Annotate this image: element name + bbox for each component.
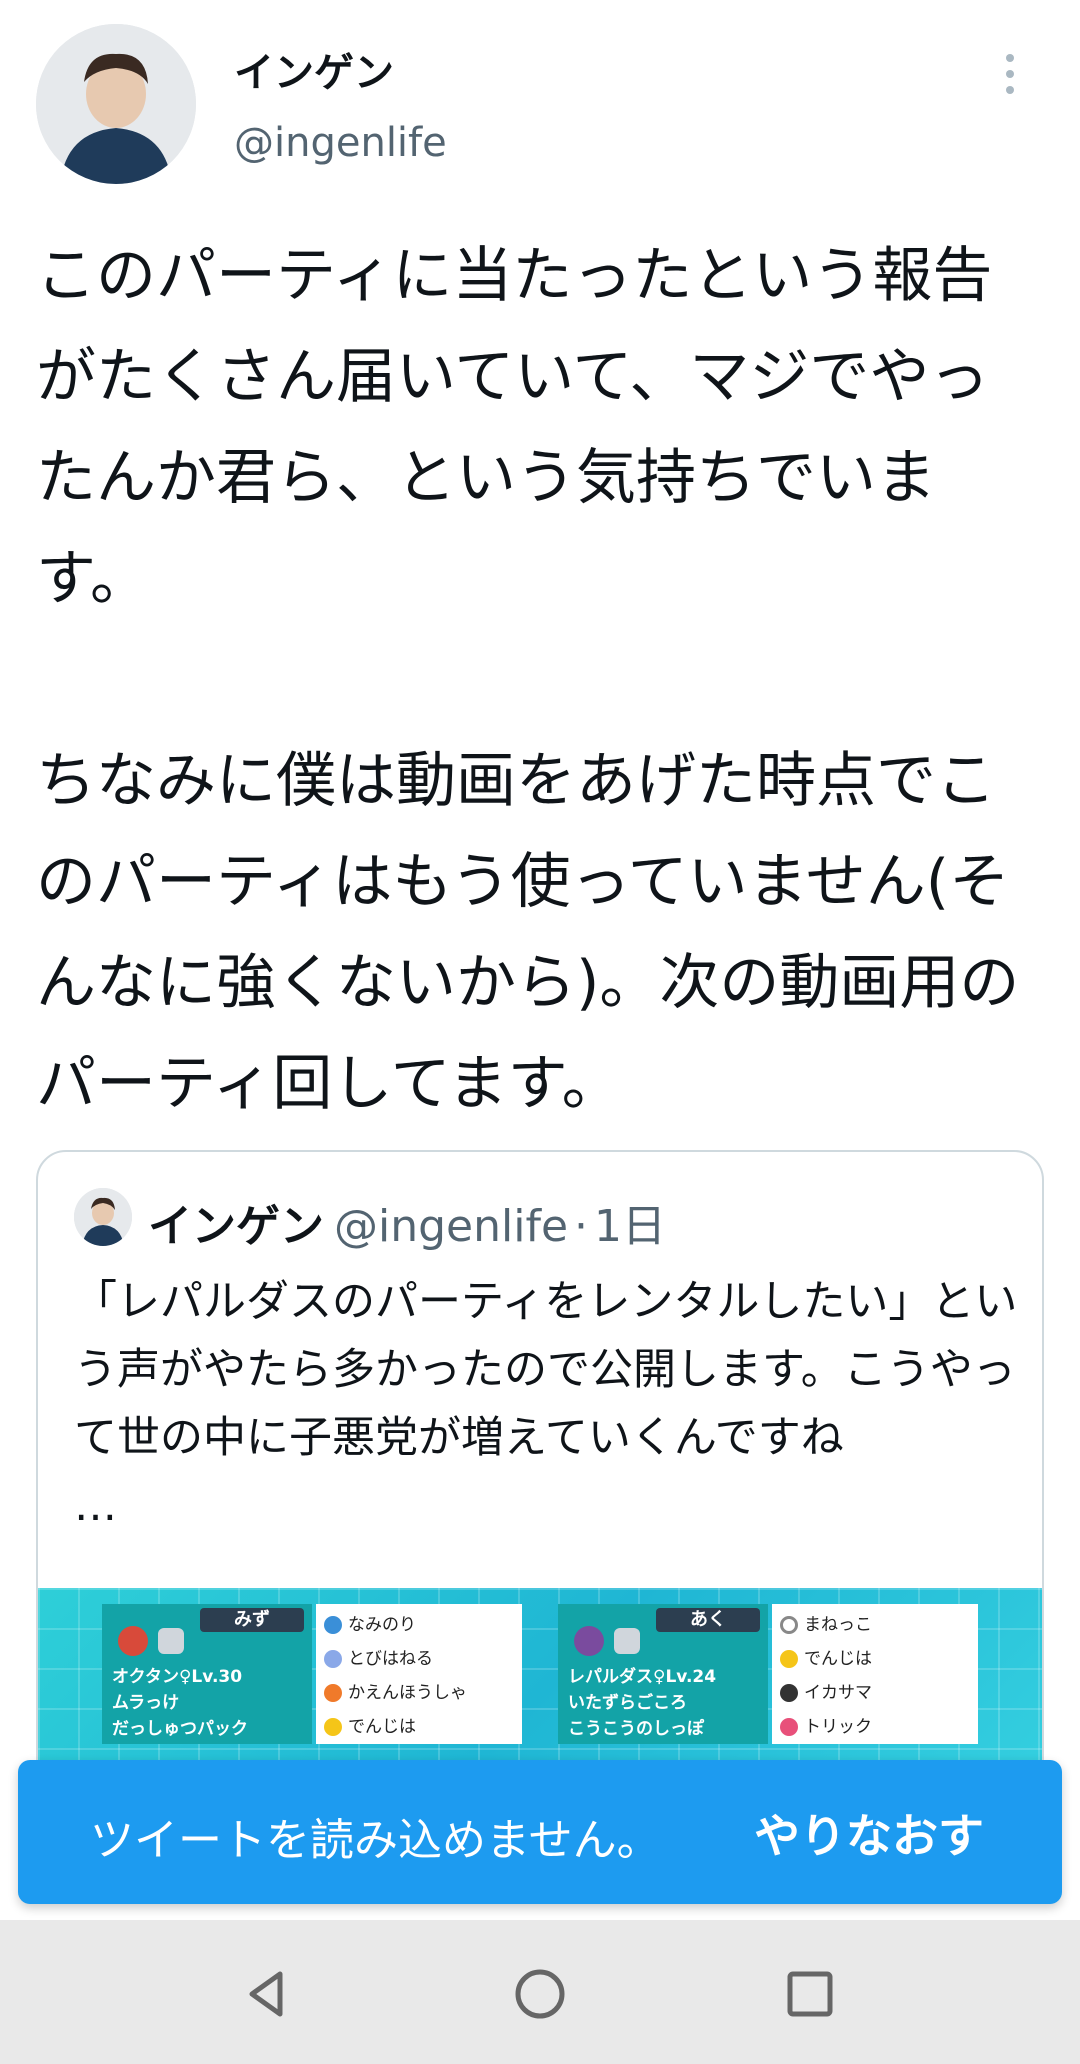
separator-dot: ·	[574, 1201, 589, 1252]
error-toast: ツイートを読み込めません。 やりなおす	[18, 1760, 1062, 1904]
quoted-text: 「レパルダスのパーティをレンタルしたい」という声がやたら多かったので公開します。…	[74, 1268, 1024, 1540]
tweet-header: インゲン @ingenlife	[36, 24, 1044, 189]
liepard-sprite-icon	[574, 1626, 604, 1656]
normal-type-icon	[780, 1616, 798, 1634]
retry-button[interactable]: やりなおす	[754, 1800, 984, 1866]
move-item: まねっこ	[780, 1610, 872, 1635]
move-item: とびはねる	[324, 1644, 433, 1669]
electric-type-icon	[780, 1650, 798, 1668]
item-sprite-icon	[158, 1628, 184, 1654]
quoted-timestamp: 1日	[594, 1201, 667, 1252]
electric-type-icon	[324, 1718, 342, 1736]
pokemon-card-left: みず オクタン♀Lv.30 ムラっけ だっしゅつパック	[102, 1604, 312, 1744]
dark-type-icon	[780, 1684, 798, 1702]
author-name[interactable]: インゲン	[234, 40, 394, 98]
pokemon-panel-liepard: あく レパルダス♀Lv.24 いたずらごころ こうこうのしっぽ まねっこ でんじ…	[558, 1604, 978, 1744]
quoted-text-body: 「レパルダスのパーティをレンタルしたい」という声がやたら多かったので公開します。…	[74, 1277, 1018, 1463]
move-item: トリック	[780, 1712, 872, 1737]
back-icon[interactable]	[238, 1964, 298, 2024]
move-item: かえんほうしゃ	[324, 1678, 467, 1703]
move-item: イカサマ	[780, 1678, 872, 1703]
quoted-ellipsis: …	[74, 1481, 117, 1531]
toast-message: ツイートを読み込めません。	[90, 1815, 661, 1866]
item-sprite-icon	[614, 1628, 640, 1654]
move-list: まねっこ でんじは イカサマ トリック	[772, 1604, 978, 1744]
fire-type-icon	[324, 1684, 342, 1702]
system-navigation-bar	[0, 1920, 1080, 2064]
move-list: なみのり とびはねる かえんほうしゃ でんじは	[316, 1604, 522, 1744]
recents-icon[interactable]	[780, 1964, 840, 2024]
quoted-avatar	[74, 1188, 132, 1246]
quoted-tweet-card[interactable]: インゲン @ingenlife · 1日 「レパルダスのパーティをレンタルしたい」とい…	[36, 1150, 1044, 1790]
author-handle[interactable]: @ingenlife	[234, 120, 447, 166]
avatar[interactable]	[36, 24, 196, 184]
type-tag-dark: あく	[656, 1608, 760, 1632]
psychic-type-icon	[780, 1718, 798, 1736]
quoted-author-handle: @ingenlife	[334, 1201, 569, 1252]
flying-type-icon	[324, 1650, 342, 1668]
move-item: なみのり	[324, 1610, 416, 1635]
pokemon-info: レパルダス♀Lv.24 いたずらごころ こうこうのしっぽ	[568, 1667, 717, 1739]
pokemon-info: オクタン♀Lv.30 ムラっけ だっしゅつパック	[112, 1667, 248, 1739]
home-icon[interactable]	[510, 1964, 570, 2024]
water-type-icon	[324, 1616, 342, 1634]
pokemon-panel-octillery: みず オクタン♀Lv.30 ムラっけ だっしゅつパック なみのり とびはねる か…	[102, 1604, 522, 1744]
octillery-sprite-icon	[118, 1626, 148, 1656]
more-options-icon[interactable]	[1000, 50, 1020, 100]
move-item: でんじは	[324, 1712, 416, 1737]
quoted-author-name: インゲン	[148, 1201, 324, 1252]
pokemon-card-left: あく レパルダス♀Lv.24 いたずらごころ こうこうのしっぽ	[558, 1604, 768, 1744]
type-tag-water: みず	[200, 1608, 304, 1632]
move-item: でんじは	[780, 1644, 872, 1669]
quoted-header: インゲン @ingenlife · 1日	[148, 1190, 666, 1254]
tweet-text: このパーティに当たったという報告がたくさん届いていて、マジでやったんか君ら、とい…	[36, 241, 1020, 1119]
